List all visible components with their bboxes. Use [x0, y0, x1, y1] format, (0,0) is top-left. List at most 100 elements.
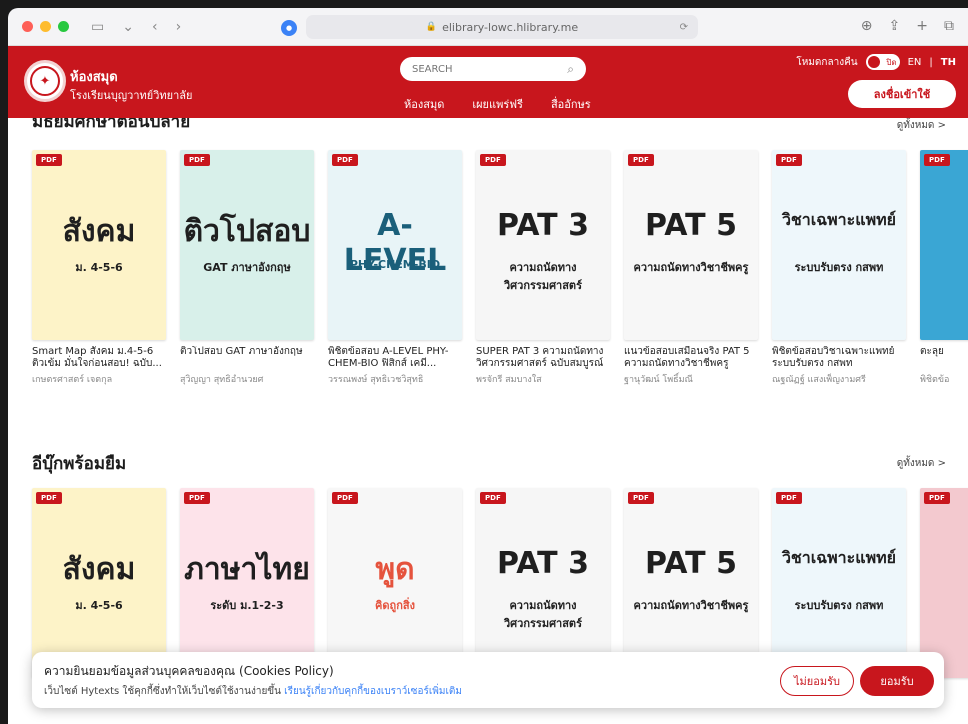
book-card[interactable]: PDF วิชาเฉพาะแพทย์ ระบบรับตรง กสพทพิชิตข้อ…: [772, 150, 906, 386]
close-window-button[interactable]: [22, 21, 33, 32]
tab-overview-icon[interactable]: ⧉: [944, 18, 954, 34]
book-cover[interactable]: PDF ติวโปสอบ GAT ภาษาอังกฤษ: [180, 150, 314, 340]
pdf-badge: PDF: [776, 154, 802, 166]
nav-media[interactable]: สื่ออักษร: [551, 95, 591, 113]
book-title[interactable]: ติวโปสอบ GAT ภาษาอังกฤษ: [180, 346, 314, 370]
book-cover[interactable]: PDF A-LEVEL PHY-CHEM-BIO: [328, 150, 462, 340]
nav-free[interactable]: เผยแพร่ฟรี: [472, 95, 523, 113]
see-all-link[interactable]: ดูทั้งหมด >: [897, 456, 946, 471]
cover-title: ติวโปสอบ: [183, 214, 311, 249]
cover-subtitle: ระบบรับตรง กสพท: [794, 599, 884, 612]
book-cover[interactable]: PDF: [920, 150, 968, 340]
school-logo[interactable]: ✦: [24, 60, 66, 102]
book-cover[interactable]: PDF พูด คิดถูกสิ่ง: [328, 488, 462, 678]
cover-subtitle: PHY-CHEM-BIO: [349, 258, 441, 271]
book-card[interactable]: PDF PAT 3 ความถนัดทางวิศวกรรมศาสตร์ SUPER P…: [476, 150, 610, 386]
cover-title: พูด: [375, 552, 415, 587]
book-cover[interactable]: PDF สังคม ม. 4-5-6: [32, 150, 166, 340]
book-cover[interactable]: PDF: [920, 488, 968, 678]
book-card[interactable]: PDF วิชาเฉพาะแพทย์ ระบบรับตรง กสพท: [772, 488, 906, 678]
toggle-state: ปิด: [886, 57, 897, 67]
decline-cookies-button[interactable]: ไม่ยอมรับ: [780, 666, 854, 696]
lock-icon: 🔒: [425, 22, 438, 32]
book-cover[interactable]: PDF PAT 3 ความถนัดทางวิศวกรรมศาสตร์: [476, 488, 610, 678]
nav-library[interactable]: ห้องสมุด: [404, 95, 444, 113]
cover-title: วิชาเฉพาะแพทย์: [781, 548, 897, 567]
search-box[interactable]: ⌕: [400, 57, 586, 81]
minimize-window-button[interactable]: [40, 21, 51, 32]
sidebar-icon[interactable]: ▭: [91, 19, 104, 35]
book-title[interactable]: Smart Map สังคม ม.4-5-6 ติวเข้ม มั่นใจก่…: [32, 346, 166, 370]
see-all-link[interactable]: ดูทั้งหมด >: [897, 118, 946, 133]
pdf-badge: PDF: [480, 492, 506, 504]
book-card[interactable]: PDF พูด คิดถูกสิ่ง: [328, 488, 462, 678]
book-cover[interactable]: PDF สังคมม. 4-5-6: [32, 488, 166, 678]
cover-subtitle: ความถนัดทางวิศวกรรมศาสตร์: [504, 261, 582, 292]
cookie-learn-more-link[interactable]: เรียนรู้เกี่ยวกับคุกกี้ของเบราว์เซอร์เพิ…: [284, 686, 462, 697]
share-icon[interactable]: ⇪: [889, 18, 901, 34]
cover-title: สังคม: [62, 552, 136, 587]
cover-subtitle: ระดับ ม.1-2-3: [210, 599, 284, 612]
cover-subtitle: ความถนัดทางวิชาชีพครู: [633, 261, 749, 274]
dark-mode-toggle[interactable]: ปิด: [865, 54, 900, 70]
book-cover[interactable]: PDF PAT 3 ความถนัดทางวิศวกรรมศาสตร์: [476, 150, 610, 340]
cover-title: PAT 3: [497, 546, 589, 581]
book-cover[interactable]: PDF PAT 5 ความถนัดทางวิชาชีพครู: [624, 488, 758, 678]
book-title[interactable]: SUPER PAT 3 ความถนัดทางวิศวกรรมศาสตร์ ฉบ…: [476, 346, 610, 370]
zoom-window-button[interactable]: [58, 21, 69, 32]
cover-subtitle: ม. 4-5-6: [75, 599, 123, 612]
cookie-banner: ความยินยอมข้อมูลส่วนบุคคลของคุณ (Cookies…: [32, 652, 944, 708]
book-cover[interactable]: PDF ภาษาไทย ระดับ ม.1-2-3: [180, 488, 314, 678]
translate-icon[interactable]: ⟳: [680, 22, 688, 33]
book-title[interactable]: พิชิตข้อสอบ A-LEVEL PHY-CHEM-BIO ฟิสิกส์…: [328, 346, 462, 370]
pdf-badge: PDF: [924, 492, 950, 504]
book-author: พรจักรี สมบางใส: [476, 375, 542, 385]
search-icon[interactable]: ⌕: [567, 62, 574, 77]
site-title[interactable]: ห้องสมุด: [70, 66, 118, 87]
book-title[interactable]: ตะลุย: [920, 346, 968, 370]
book-card[interactable]: PDF PAT 3 ความถนัดทางวิศวกรรมศาสตร์: [476, 488, 610, 678]
cover-subtitle: ม. 4-5-6: [75, 261, 123, 274]
book-cover[interactable]: PDF PAT 5 ความถนัดทางวิชาชีพครู: [624, 150, 758, 340]
cookie-description: เว็บไซต์ Hytexts ใช้คุกกี้ซึ่งทำให้เว็บไ…: [44, 686, 281, 697]
chevron-down-icon[interactable]: ⌄: [122, 19, 134, 35]
book-title[interactable]: พิชิตข้อสอบวิชาเฉพาะแพทย์ ระบบรับตรง กสพ…: [772, 346, 906, 370]
search-input[interactable]: [412, 63, 562, 75]
site-favicon-icon: ●: [281, 20, 297, 36]
book-row: PDF สังคม ม. 4-5-6 PDF ภาษาไทย ระดับ ม.1-2-3 P…: [32, 488, 968, 678]
back-icon[interactable]: ‹: [152, 19, 158, 35]
lang-th[interactable]: TH: [941, 57, 956, 68]
cover-title: สังคม: [62, 214, 136, 249]
book-card[interactable]: PDF PAT 5 ความถนัดทางวิชาชีพครูแนวข้อสอบเส…: [624, 150, 758, 386]
cookie-title: ความยินยอมข้อมูลส่วนบุคคลของคุณ (Cookies…: [44, 664, 334, 678]
book-card[interactable]: PDF สังคม ม. 4-5-6 Smart Map สังคม ม.4-5-6 …: [32, 150, 166, 386]
book-author: ณฐณัฏฐ์ แสงเพ็ญงามศรี: [772, 375, 866, 385]
lang-en[interactable]: EN: [908, 57, 922, 68]
site-header: ✦ ห้องสมุด โรงเรียนบุญวาทย์วิทยาลัย ⌕ ห้…: [8, 46, 968, 118]
book-card[interactable]: PDF สังคมม. 4-5-6: [32, 488, 166, 678]
book-cover[interactable]: PDF วิชาเฉพาะแพทย์ ระบบรับตรง กสพท: [772, 488, 906, 678]
address-bar[interactable]: 🔒 elibrary-lowc.hlibrary.me ⟳: [306, 15, 698, 39]
login-button[interactable]: ลงชื่อเข้าใช้: [848, 80, 956, 108]
dark-mode-label: โหมดกลางคืน: [796, 56, 858, 68]
accept-cookies-button[interactable]: ยอมรับ: [860, 666, 934, 696]
book-card[interactable]: PDF: [920, 488, 968, 678]
book-cover[interactable]: PDF วิชาเฉพาะแพทย์ ระบบรับตรง กสพท: [772, 150, 906, 340]
download-icon[interactable]: ⊕: [861, 18, 873, 34]
book-card[interactable]: PDF ติวโปสอบ GAT ภาษาอังกฤษติวโปสอบ GAT ภา…: [180, 150, 314, 386]
site-subtitle: โรงเรียนบุญวาทย์วิทยาลัย: [70, 89, 193, 102]
new-tab-icon[interactable]: +: [916, 18, 928, 34]
book-card[interactable]: PDF A-LEVEL PHY-CHEM-BIO พิชิตข้อสอบ A-LEVE…: [328, 150, 462, 386]
main-content: มัธยมศึกษาตอนปลาย ดูทั้งหมด > PDF สังคม ม.…: [8, 118, 968, 724]
book-card[interactable]: PDF ภาษาไทย ระดับ ม.1-2-3: [180, 488, 314, 678]
forward-icon[interactable]: ›: [176, 19, 182, 35]
seal-icon: ✦: [30, 66, 60, 96]
book-card[interactable]: PDF PAT 5 ความถนัดทางวิชาชีพครู: [624, 488, 758, 678]
cover-title: PAT 3: [497, 208, 589, 243]
book-author: ฐานุวัฒน์ โพธิ์มณี: [624, 375, 693, 385]
book-card[interactable]: PDF ตะลุย พิชิตข้อ: [920, 150, 968, 386]
book-row: PDF สังคมม. 4-5-6 Smart Map สังคม ม.4-5-6 …: [32, 150, 968, 386]
book-title[interactable]: แนวข้อสอบเสมือนจริง PAT 5 ความถนัดทางวิช…: [624, 346, 758, 370]
pdf-badge: PDF: [36, 492, 62, 504]
cover-subtitle: คิดถูกสิ่ง: [375, 599, 415, 612]
